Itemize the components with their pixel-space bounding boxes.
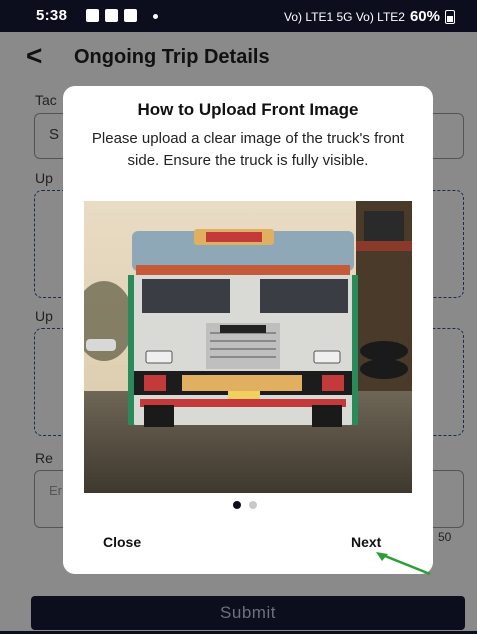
image-pagination [233,501,257,509]
truck-front-photo-icon [84,201,412,493]
char-counter: 50 [438,530,452,544]
app-notification-icon [124,9,137,22]
pagination-dot[interactable] [249,501,257,509]
upload-back-label: Up [35,308,53,324]
notification-icons [86,9,137,22]
submit-button[interactable]: Submit [31,596,465,630]
battery-level: 60% [409,8,440,25]
upload-guide-dialog: How to Upload Front Image Please upload … [63,86,433,574]
remarks-label: Re [35,450,53,466]
tag-field-label: Tac [35,92,57,108]
page-title: Ongoing Trip Details [74,46,270,68]
mail-notification-icon [105,9,118,22]
app-bar: < Ongoing Trip Details [0,32,477,84]
dialog-title: How to Upload Front Image [137,100,359,119]
dialog-description: Please upload a clear image of the truck… [91,130,405,169]
tag-field-value: S [49,126,60,143]
back-arrow-icon[interactable]: < [26,42,42,70]
more-notifications-icon [153,14,158,19]
status-time: 5:38 [36,7,68,24]
signal-icons: Vo) LTE1 5G Vo) LTE2 [284,9,405,24]
pagination-dot-active[interactable] [233,501,241,509]
close-button[interactable]: Close [103,534,141,550]
annotation-arrow-icon [376,552,431,576]
upload-front-label: Up [35,170,53,186]
status-bar: 5:38 Vo) LTE1 5G Vo) LTE2 60% [0,0,477,32]
status-right: Vo) LTE1 5G Vo) LTE2 60% [284,8,455,25]
battery-icon [445,9,455,24]
gallery-notification-icon [86,9,99,22]
remarks-placeholder: Er [49,483,62,498]
